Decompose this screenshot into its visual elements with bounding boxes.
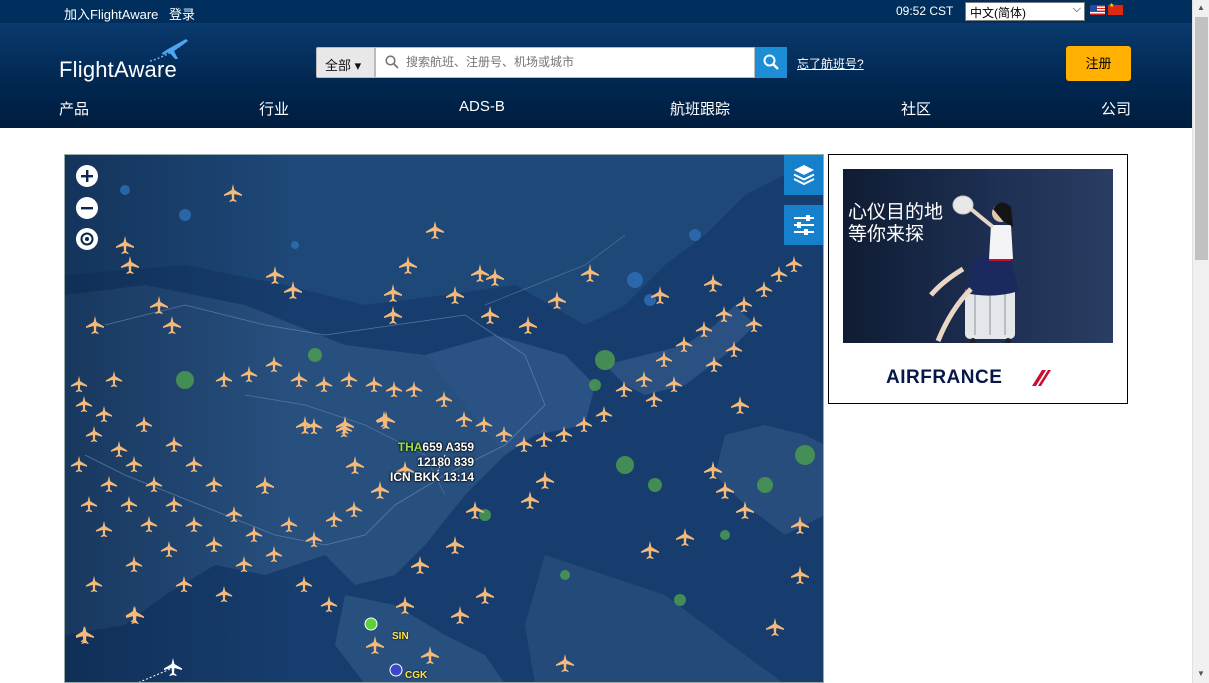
nav-industries[interactable]: 行业 [259, 98, 289, 119]
search-scope-label: 全部 ▾ [325, 58, 362, 73]
zoom-in-icon[interactable] [74, 163, 100, 189]
search-icon [763, 54, 779, 70]
filter-icon [794, 215, 814, 235]
nav-products[interactable]: 产品 [59, 98, 89, 119]
airport-label-cgk[interactable]: CGK [405, 670, 427, 681]
search-scope-select[interactable]: 全部 ▾ [316, 47, 375, 78]
flight-ident-line: THA659 A359 [390, 440, 474, 455]
locate-icon[interactable] [74, 226, 100, 252]
logo-plane-icon [149, 39, 188, 62]
flight-airline-code: THA [397, 440, 423, 454]
flight-ident-suffix: 659 A359 [422, 440, 475, 454]
search-button[interactable] [755, 47, 787, 78]
airfrance-logo-icon [1032, 370, 1051, 386]
filter-button[interactable] [784, 205, 823, 245]
scroll-thumb[interactable] [1195, 17, 1208, 260]
cn-flag-icon[interactable] [1108, 2, 1123, 15]
nav-community[interactable]: 社区 [901, 98, 931, 119]
top-bar: 加入FlightAware 登录 09:52 CST 中文(简体) ⌵ [0, 0, 1192, 23]
flight-route-eta: ICN BKK 13:14 [390, 470, 475, 484]
forgot-flight-link[interactable]: 忘了航班号? [797, 55, 864, 72]
zoom-out-icon[interactable] [74, 195, 100, 221]
join-link[interactable]: 加入FlightAware [64, 4, 158, 23]
ad-traveler-illustration [929, 195, 1019, 343]
nav-ads-b[interactable]: ADS-B [459, 98, 505, 115]
layers-button[interactable] [784, 155, 823, 195]
page-scrollbar[interactable]: ▲ ▼ [1192, 0, 1209, 683]
signup-button[interactable]: 注册 [1066, 46, 1131, 81]
layers-icon [793, 165, 815, 186]
scroll-down-icon[interactable]: ▼ [1197, 669, 1205, 678]
clock-time: 09:52 CST [896, 4, 954, 18]
language-value: 中文(简体) [970, 6, 1026, 20]
search-input[interactable] [406, 48, 746, 76]
flight-altitude-speed: 12180 839 [417, 455, 475, 469]
scroll-up-icon[interactable]: ▲ [1197, 3, 1205, 12]
airport-label-sin[interactable]: SIN [392, 631, 409, 642]
search-field[interactable] [375, 47, 755, 78]
site-header: FlightAware 全部 ▾ 忘了航班号? 注册 产品 行业 ADS-B 航… [0, 23, 1192, 128]
search-icon [385, 55, 399, 69]
nav-flight-tracking[interactable]: 航班跟踪 [670, 98, 730, 119]
map-background[interactable] [65, 155, 824, 683]
live-flight-map[interactable]: THA659 A359 12180 839 ICN BKK 13:14 SIN … [64, 154, 824, 683]
nav-company[interactable]: 公司 [1101, 98, 1131, 119]
selected-flight-label[interactable]: THA659 A359 12180 839 ICN BKK 13:14 [390, 440, 474, 485]
advertisement-banner[interactable]: 心仪目的地 等你来探 AIRFRANCE [828, 154, 1128, 404]
login-link[interactable]: 登录 [169, 4, 195, 23]
ad-photo: 心仪目的地 等你来探 [843, 169, 1113, 343]
language-select[interactable]: 中文(简体) ⌵ [965, 2, 1085, 21]
us-flag-icon[interactable] [1090, 5, 1105, 15]
chevron-down-icon: ⌵ [1072, 3, 1081, 15]
ad-brand: AIRFRANCE [886, 367, 1003, 388]
